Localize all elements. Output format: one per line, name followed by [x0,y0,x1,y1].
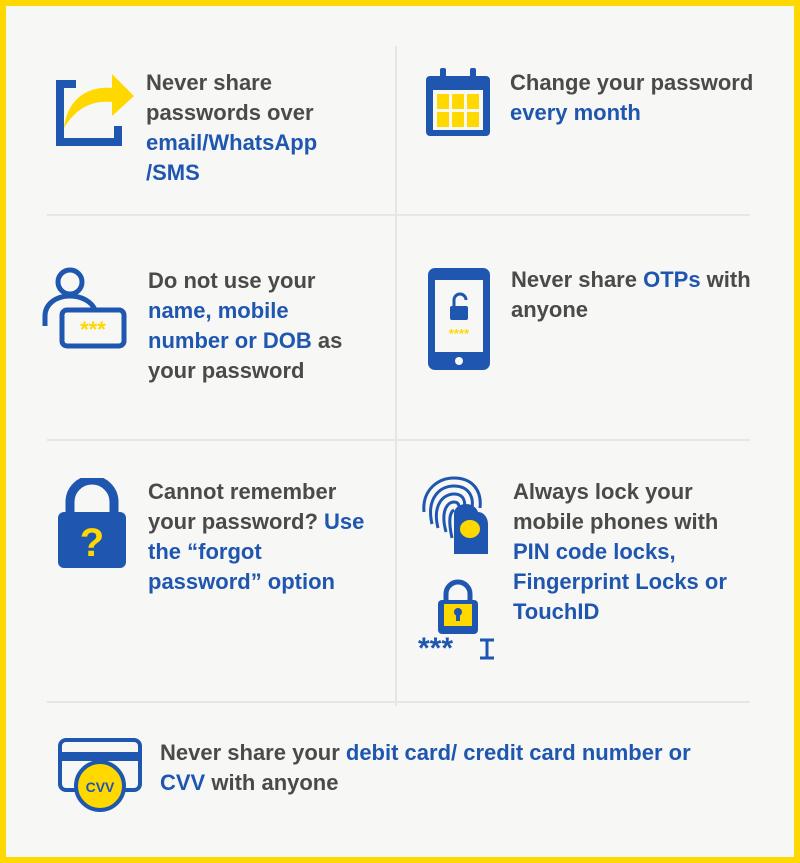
tip-text: mobile phones with [513,509,719,534]
highlighted-text: name, mobile [148,298,289,323]
tip-line: number or DOB as [148,326,342,356]
tip-text: Cannot remember [148,479,337,504]
tip-text: Never share [146,70,272,95]
tip-line: PIN code locks, [513,537,727,567]
tip-line: anyone [511,295,751,325]
tip-line: passwords over [146,98,317,128]
highlighted-text: Use [324,509,365,534]
tip-text: as [311,328,343,353]
tip-line: email/WhatsApp [146,128,317,158]
tip-never-share-passwords: Never share passwords over email/WhatsApp /… [146,68,317,188]
question-mark-icon: ? [80,521,104,565]
tip-line: name, mobile [148,296,342,326]
tip-no-personal-info: Do not use your name, mobile number or DOB… [148,266,342,386]
tip-line: Change your password [510,68,753,98]
cvv-card-icon: CVV [58,738,142,812]
cvv-label: CVV [86,779,115,795]
divider [47,701,750,703]
divider [395,46,397,706]
user-password-icon: *** [42,267,127,349]
divider [47,439,750,441]
highlighted-text: debit card/ credit card number or [345,740,691,765]
share-arrow-icon [56,74,134,146]
tip-line: Never share OTPs with [511,265,751,295]
highlighted-text: CVV [160,770,206,795]
tip-line: every month [510,98,753,128]
tip-text: Do not use your [148,268,316,293]
tip-line: your password? Use [148,507,364,537]
highlighted-text: TouchID [513,599,600,624]
tip-text: Never share [511,267,644,292]
tip-line: /SMS [146,158,317,188]
tip-text: with anyone [205,770,339,795]
tip-line: Cannot remember [148,477,364,507]
lock-question-icon: ? [58,478,126,568]
tip-line: CVV with anyone [160,768,691,798]
password-mask: *** [80,317,106,342]
tip-line: mobile phones with [513,507,727,537]
highlighted-text: password” option [148,569,335,594]
tip-text: with [700,267,751,292]
tip-text: anyone [511,297,589,322]
highlighted-text: OTPs [643,267,701,292]
phone-otp-icon: **** [428,268,490,370]
tip-text: Always lock your [513,479,693,504]
tip-text: passwords over [146,100,314,125]
calendar-icon [426,68,490,136]
tip-lock-phone: Always lock your mobile phones with PIN co… [513,477,727,627]
tip-line: Fingerprint Locks or [513,567,727,597]
tip-text: Change your password [510,70,754,95]
highlighted-text: number or DOB [148,328,312,353]
tip-never-share-otp: Never share OTPs with anyone [511,265,751,325]
highlighted-text: the “forgot [148,539,262,564]
tip-forgot-password: Cannot remember your password? Use the “fo… [148,477,364,597]
tip-text: Never share your [160,740,346,765]
tip-line: Always lock your [513,477,727,507]
divider [47,214,750,216]
tip-line: Do not use your [148,266,342,296]
tip-line: password” option [148,567,364,597]
highlighted-text: Fingerprint Locks or [513,569,727,594]
tip-text: your password [148,358,305,383]
tip-line: Never share [146,68,317,98]
pin-mask: **** [449,326,470,341]
highlighted-text: /SMS [146,160,200,185]
tip-change-password: Change your password every month [510,68,753,128]
tip-line: the “forgot [148,537,364,567]
tip-line: Never share your debit card/ credit card… [160,738,691,768]
tip-line: your password [148,356,342,386]
tip-never-share-card: Never share your debit card/ credit card… [160,738,691,798]
pin-entry-mask: *** [418,632,453,662]
highlighted-text: PIN code locks, [513,539,676,564]
highlighted-text: every month [510,100,641,125]
tip-text: your password? [148,509,325,534]
highlighted-text: email/WhatsApp [146,130,318,155]
fingerprint-lock-icon: *** [418,476,494,662]
tip-line: TouchID [513,597,727,627]
